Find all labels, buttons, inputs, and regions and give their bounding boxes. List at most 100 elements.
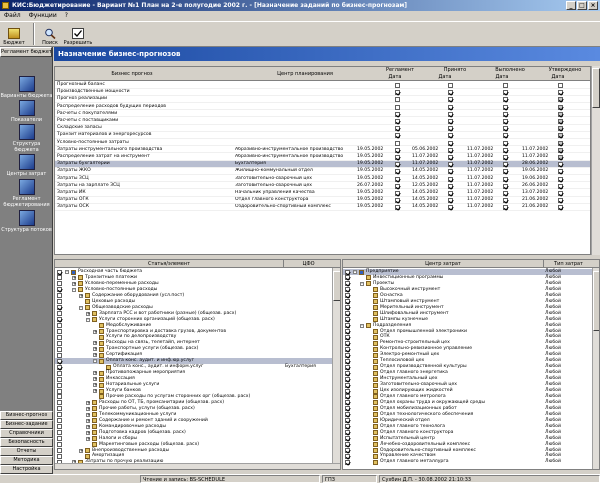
status-checkbox[interactable] bbox=[395, 83, 400, 88]
expand-toggle[interactable]: + bbox=[72, 275, 76, 280]
expand-toggle[interactable]: + bbox=[86, 412, 90, 417]
tree-checkbox[interactable] bbox=[57, 424, 62, 430]
close-button[interactable]: × bbox=[588, 1, 598, 10]
nav-item[interactable]: Структура потоков bbox=[0, 210, 53, 233]
status-checkbox[interactable] bbox=[395, 198, 400, 204]
tree-checkbox[interactable] bbox=[57, 352, 62, 358]
tree-checkbox[interactable] bbox=[57, 453, 62, 459]
nav-section-button[interactable]: Безопасность bbox=[0, 438, 53, 447]
scroll-thumb[interactable] bbox=[592, 68, 600, 108]
status-checkbox[interactable] bbox=[503, 176, 508, 182]
col-done[interactable]: Выполнено bbox=[485, 67, 535, 73]
tree-checkbox[interactable] bbox=[345, 323, 350, 329]
tree-row[interactable]: Отдел главного металлурга Любой bbox=[343, 459, 592, 465]
expand-toggle[interactable]: + bbox=[93, 353, 97, 358]
tree-checkbox[interactable] bbox=[57, 346, 62, 352]
status-checkbox[interactable] bbox=[395, 205, 400, 211]
tree-checkbox[interactable] bbox=[345, 436, 350, 442]
status-checkbox[interactable] bbox=[503, 147, 508, 153]
expand-toggle[interactable]: + bbox=[93, 371, 97, 376]
tree-checkbox[interactable] bbox=[57, 287, 62, 293]
expand-toggle[interactable]: + bbox=[93, 377, 97, 382]
expand-toggle[interactable]: + bbox=[86, 406, 90, 411]
status-checkbox[interactable] bbox=[558, 83, 563, 88]
expand-toggle[interactable]: + bbox=[72, 281, 76, 286]
table-row[interactable]: Прогноз реализации bbox=[55, 96, 590, 104]
tree-checkbox[interactable] bbox=[345, 317, 350, 323]
status-checkbox[interactable] bbox=[558, 147, 563, 153]
tree-checkbox[interactable] bbox=[57, 317, 62, 323]
table-row[interactable]: Затраты инструментального производства Аб… bbox=[55, 147, 590, 154]
tree-checkbox[interactable] bbox=[345, 412, 350, 418]
status-checkbox[interactable] bbox=[503, 133, 508, 139]
tree-checkbox[interactable] bbox=[57, 430, 62, 436]
maximize-button[interactable]: □ bbox=[577, 1, 587, 10]
status-checkbox[interactable] bbox=[395, 104, 400, 110]
status-checkbox[interactable] bbox=[503, 162, 508, 168]
tree-checkbox[interactable] bbox=[57, 376, 62, 382]
tree-checkbox[interactable] bbox=[57, 394, 62, 400]
status-checkbox[interactable] bbox=[448, 104, 453, 110]
status-checkbox[interactable] bbox=[558, 104, 563, 110]
status-checkbox[interactable] bbox=[503, 97, 508, 103]
expand-toggle[interactable]: - bbox=[353, 270, 357, 274]
tree-checkbox[interactable] bbox=[345, 340, 350, 346]
expand-toggle[interactable]: + bbox=[86, 436, 90, 441]
status-checkbox[interactable] bbox=[395, 147, 400, 153]
tree-checkbox[interactable] bbox=[57, 358, 62, 364]
tree-checkbox[interactable] bbox=[345, 358, 350, 364]
expand-toggle[interactable]: - bbox=[360, 323, 364, 328]
col-forecast[interactable]: Бизнес прогноз bbox=[57, 71, 207, 77]
tree-checkbox[interactable] bbox=[345, 388, 350, 394]
expand-toggle[interactable]: + bbox=[93, 329, 97, 334]
nav-item[interactable]: Структура бюджета bbox=[0, 124, 53, 153]
nav-item[interactable]: Центры затрат bbox=[0, 154, 53, 177]
status-checkbox[interactable] bbox=[558, 90, 563, 96]
tree-checkbox[interactable] bbox=[345, 418, 350, 424]
budget-button[interactable]: Бюджет bbox=[2, 22, 26, 46]
tree-checkbox[interactable] bbox=[57, 364, 62, 370]
tree-checkbox[interactable] bbox=[57, 275, 62, 281]
tree-checkbox[interactable] bbox=[57, 293, 62, 299]
status-checkbox[interactable] bbox=[503, 140, 508, 146]
col-cost-center[interactable]: Центр затрат bbox=[343, 260, 543, 268]
tree-checkbox[interactable] bbox=[57, 448, 62, 453]
tree-checkbox[interactable] bbox=[345, 448, 350, 453]
expand-toggle[interactable]: + bbox=[93, 383, 97, 388]
tree-checkbox[interactable] bbox=[57, 436, 62, 442]
status-checkbox[interactable] bbox=[395, 111, 400, 117]
table-row[interactable]: Затраты ОСК Оздоровительно-спортивный ком… bbox=[55, 204, 590, 212]
status-checkbox[interactable] bbox=[503, 83, 508, 88]
col-accepted[interactable]: Принято bbox=[430, 67, 480, 73]
status-checkbox[interactable] bbox=[448, 90, 453, 96]
status-checkbox[interactable] bbox=[558, 205, 563, 211]
expand-toggle[interactable]: + bbox=[79, 293, 83, 298]
status-checkbox[interactable] bbox=[395, 140, 400, 146]
status-checkbox[interactable] bbox=[503, 126, 508, 132]
tree-checkbox[interactable] bbox=[345, 430, 350, 436]
status-checkbox[interactable] bbox=[448, 191, 453, 196]
status-checkbox[interactable] bbox=[395, 162, 400, 168]
status-checkbox[interactable] bbox=[395, 90, 400, 96]
table-row[interactable]: Распределение расходов будущих периодов bbox=[55, 104, 590, 111]
col-center[interactable]: Центр планирования bbox=[250, 71, 360, 77]
table-row[interactable]: Условно-постоянные затраты bbox=[55, 140, 590, 147]
col-cost-type[interactable]: Тип затрат bbox=[543, 260, 593, 268]
status-checkbox[interactable] bbox=[448, 162, 453, 168]
status-checkbox[interactable] bbox=[448, 119, 453, 124]
status-checkbox[interactable] bbox=[448, 198, 453, 204]
status-checkbox[interactable] bbox=[395, 97, 400, 103]
status-checkbox[interactable] bbox=[448, 205, 453, 211]
status-checkbox[interactable] bbox=[448, 169, 453, 175]
tree-checkbox[interactable] bbox=[57, 281, 62, 287]
status-checkbox[interactable] bbox=[395, 176, 400, 182]
status-checkbox[interactable] bbox=[503, 119, 508, 124]
expand-toggle[interactable]: + bbox=[86, 424, 90, 429]
expand-toggle[interactable]: - bbox=[86, 317, 90, 322]
tree-checkbox[interactable] bbox=[57, 418, 62, 424]
tree-checkbox[interactable] bbox=[345, 334, 350, 340]
scroll-thumb[interactable] bbox=[593, 271, 599, 331]
status-checkbox[interactable] bbox=[503, 198, 508, 204]
status-checkbox[interactable] bbox=[503, 111, 508, 117]
status-checkbox[interactable] bbox=[448, 83, 453, 88]
